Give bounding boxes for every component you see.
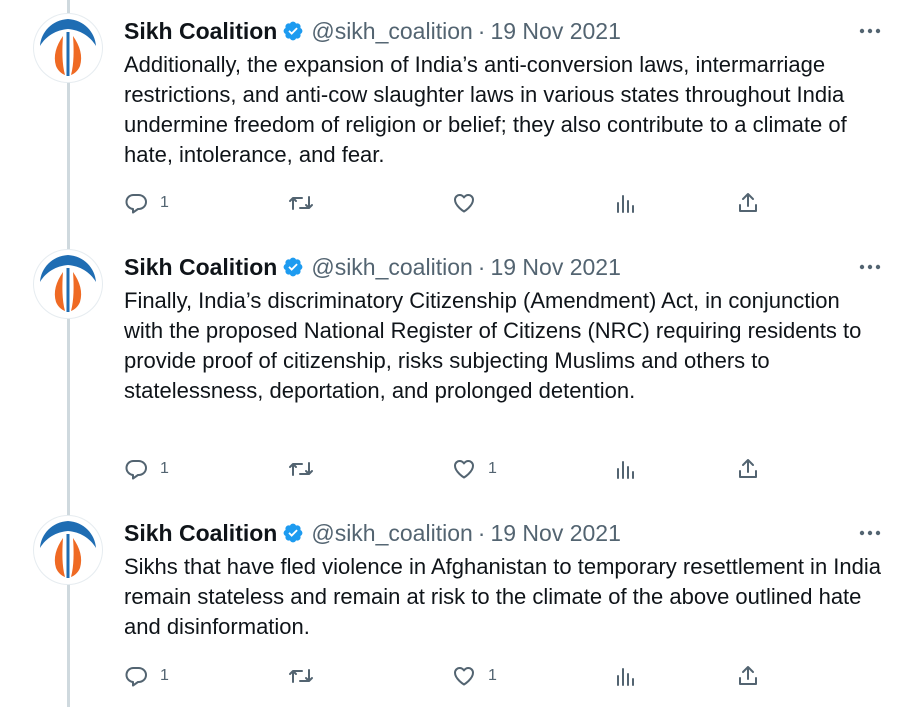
tweet[interactable]: Sikh Coalition @sikh_coalition · 19 Nov … [0,236,900,502]
views-bar-chart-icon [617,668,634,686]
more-options-button[interactable] [852,254,888,280]
tweet-date[interactable]: 19 Nov 2021 [490,254,620,281]
tweet-actions: 1 1 [0,454,900,484]
retweet-icon [289,669,313,683]
like-count: 1 [488,460,497,477]
views-bar-chart-icon [617,195,634,213]
separator-dot: · [477,17,486,44]
more-horizontal-icon [859,530,881,536]
verified-badge-icon [282,522,304,544]
more-horizontal-icon [859,28,881,34]
tweet-text: Finally, India’s discriminatory Citizens… [124,288,862,403]
reply-count: 1 [160,194,169,211]
avatar[interactable] [34,516,102,584]
like-button[interactable]: 1 [452,661,497,691]
share-upload-icon [739,666,757,685]
sikh-coalition-logo-icon [35,517,101,583]
reply-bubble-icon [125,460,147,480]
retweet-icon [289,196,313,210]
tweet-text: Sikhs that have fled violence in Afghani… [124,554,881,639]
reply-count: 1 [160,667,169,684]
retweet-button[interactable] [288,188,326,218]
tweet-header: Sikh Coalition @sikh_coalition · 19 Nov … [124,252,621,282]
author-name[interactable]: Sikh Coalition [124,18,277,45]
sikh-coalition-logo-icon [35,15,101,81]
like-button[interactable]: 1 [452,454,497,484]
reply-button[interactable]: 1 [124,188,169,218]
tweet[interactable]: Sikh Coalition @sikh_coalition · 19 Nov … [0,0,900,236]
retweet-button[interactable] [288,661,326,691]
avatar[interactable] [34,14,102,82]
verified-badge-icon [282,20,304,42]
views-bar-chart-icon [617,461,634,479]
reply-button[interactable]: 1 [124,661,169,691]
views-button[interactable] [613,188,637,218]
author-handle[interactable]: @sikh_coalition [311,520,472,547]
author-name[interactable]: Sikh Coalition [124,254,277,281]
reply-bubble-icon [125,667,147,687]
views-button[interactable] [613,454,637,484]
reply-count: 1 [160,460,169,477]
tweet-actions: 1 [0,188,900,218]
author-name[interactable]: Sikh Coalition [124,520,277,547]
share-button[interactable] [736,188,760,218]
share-button[interactable] [736,661,760,691]
more-options-button[interactable] [852,18,888,44]
reply-bubble-icon [125,194,147,214]
retweet-icon [289,462,313,476]
sikh-coalition-logo-icon [35,251,101,317]
share-upload-icon [739,459,757,478]
tweet-date[interactable]: 19 Nov 2021 [490,18,620,45]
more-options-button[interactable] [852,520,888,546]
like-count: 1 [488,667,497,684]
author-handle[interactable]: @sikh_coalition [311,18,472,45]
heart-icon [454,460,474,479]
more-horizontal-icon [859,264,881,270]
tweet-date[interactable]: 19 Nov 2021 [490,520,620,547]
share-button[interactable] [736,454,760,484]
views-button[interactable] [613,661,637,691]
tweet-header: Sikh Coalition @sikh_coalition · 19 Nov … [124,16,621,46]
verified-badge-icon [282,256,304,278]
tweet[interactable]: Sikh Coalition @sikh_coalition · 19 Nov … [0,502,900,707]
like-button[interactable] [452,188,488,218]
tweet-actions: 1 1 [0,661,900,691]
separator-dot: · [477,519,486,546]
retweet-button[interactable] [288,454,326,484]
author-handle[interactable]: @sikh_coalition [311,254,472,281]
reply-button[interactable]: 1 [124,454,169,484]
tweet-text: Additionally, the expansion of India’s a… [124,52,847,167]
separator-dot: · [477,253,486,280]
heart-icon [454,194,474,213]
tweet-header: Sikh Coalition @sikh_coalition · 19 Nov … [124,518,621,548]
heart-icon [454,667,474,686]
share-upload-icon [739,193,757,212]
avatar[interactable] [34,250,102,318]
